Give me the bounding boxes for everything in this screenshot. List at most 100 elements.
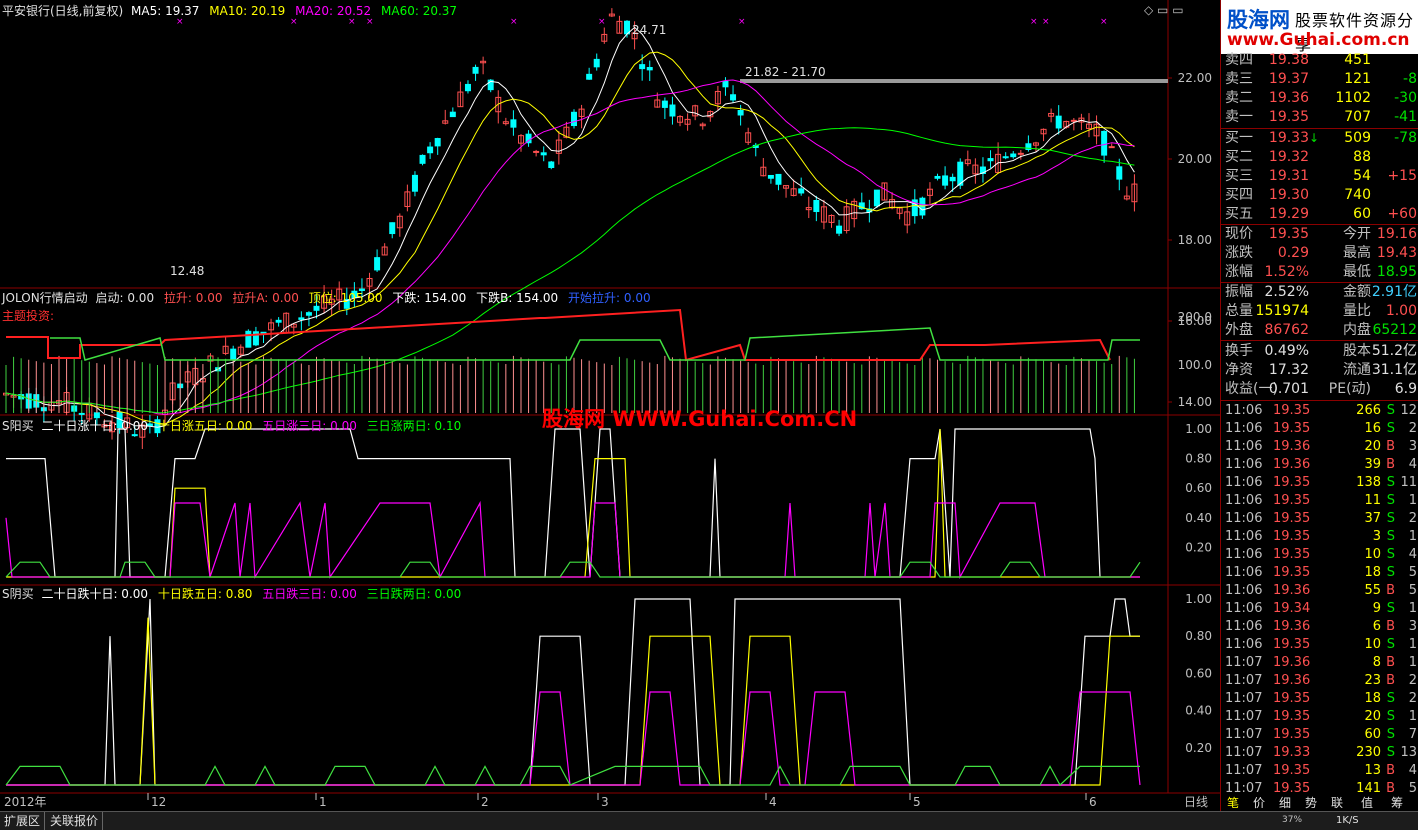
indicator3-field: 五日跌三日: 0.00 [262,587,357,601]
tick-side: S [1386,511,1395,526]
tick-row[interactable]: 11:06 19.35 266 S 12 [1221,402,1418,420]
indicator2-field: 二十日涨十日: 0.00 [41,419,149,433]
quote-label: 量比 [1343,303,1371,319]
tick-row[interactable]: 11:06 19.35 10 S 4 [1221,546,1418,564]
ask-label: 卖二 [1225,90,1253,106]
tick-count: 11 [1400,475,1417,490]
tab-price[interactable]: 价 [1253,794,1265,811]
ma5-label: MA5: 19.37 [131,4,200,18]
tick-time: 11:06 [1225,493,1263,508]
tick-row[interactable]: 11:06 19.35 3 S 1 [1221,528,1418,546]
chart-area[interactable]: 22.00 20.00 18.00 16.00 14.00 24.71 21.82 - 21… [0,0,1220,811]
quote-row: 涨跌 0.29 最高 19.43 [1221,244,1418,263]
tick-volume: 266 [1356,403,1381,418]
bid-price: 19.29 [1268,206,1309,222]
candle-body [836,225,843,234]
tick-price: 19.36 [1273,439,1311,454]
quote-row: 换手 0.49% 股本 51.2亿 [1221,342,1418,361]
bid-row[interactable]: 买五 19.29 60 +60 [1221,205,1418,224]
quote-value: 1.52% [1264,264,1309,280]
tick-row[interactable]: 11:06 19.36 39 B 4 [1221,456,1418,474]
y-tick-label: 0.60 [1185,481,1212,495]
tick-row[interactable]: 11:06 19.36 6 B 3 [1221,618,1418,636]
tick-row[interactable]: 11:07 19.33 230 S 13 [1221,744,1418,762]
tick-price: 19.36 [1273,457,1311,472]
tick-row[interactable]: 11:06 19.35 10 S 1 [1221,636,1418,654]
tick-row[interactable]: 11:06 19.35 37 S 2 [1221,510,1418,528]
tick-price: 19.35 [1273,727,1311,742]
ask-label: 卖四 [1225,52,1253,68]
tick-price: 19.36 [1273,655,1311,670]
ask-row[interactable]: 卖三 19.37 121 -8 [1221,70,1418,89]
candle-body [737,110,744,116]
candle-body [949,176,956,182]
tick-side: S [1386,529,1395,544]
indicator3-field: 二十日跌十日: 0.00 [41,587,149,601]
bid-row[interactable]: 买四 19.30 740 [1221,186,1418,205]
bid-volume: 54 [1353,168,1371,184]
tick-row[interactable]: 11:06 19.36 55 B 5 [1221,582,1418,600]
tick-row[interactable]: 11:06 19.35 16 S 2 [1221,420,1418,438]
tab-related-quotes[interactable]: 关联报价 [46,812,104,830]
bid-change: -78 [1394,130,1417,146]
ask-row[interactable]: 卖一 19.35 707 -41 [1221,108,1418,127]
tab-value[interactable]: 值 [1361,794,1373,811]
tick-row[interactable]: 11:07 19.35 18 S 2 [1221,690,1418,708]
tab-trades[interactable]: 笔 [1227,794,1239,811]
tab-linked[interactable]: 联 [1331,794,1343,811]
ask-row[interactable]: 卖四 19.38 451 [1221,51,1418,70]
tick-price: 19.35 [1273,493,1311,508]
tick-row[interactable]: 11:07 19.35 20 S 1 [1221,708,1418,726]
indicator3-name: S阴买 [2,587,34,601]
quote-label: 金额 [1343,284,1371,300]
bid-row[interactable]: 买一 19.33 ↓ 509 -78 [1221,129,1418,148]
tick-count: 4 [1408,547,1417,562]
tab-trend[interactable]: 势 [1305,794,1317,811]
candle-body [419,154,426,164]
range-price-label: 21.82 - 21.70 [745,65,826,79]
tick-row[interactable]: 11:06 19.35 138 S 11 [1221,474,1418,492]
watermark: 股海网 WWW.Guhai.Com.CN [542,407,858,431]
tick-side: S [1386,475,1395,490]
tick-row[interactable]: 11:07 19.35 141 B 5 [1221,780,1418,798]
ask-change: -41 [1394,109,1417,125]
series-3d-down-2d-line [5,765,1140,786]
quote-value: 0.49% [1264,343,1309,359]
ask-label: 卖一 [1225,109,1253,125]
y-tick-label: 100.0 [1178,358,1212,372]
bid-row[interactable]: 买三 19.31 54 +15 [1221,167,1418,186]
quote-label: 内盘 [1343,322,1371,338]
tick-row[interactable]: 11:07 19.36 8 B 1 [1221,654,1418,672]
ask-volume: 1102 [1335,90,1371,106]
tick-count: 12 [1400,403,1417,418]
tick-count: 2 [1408,511,1417,526]
tick-volume: 20 [1364,709,1381,724]
divider [1221,340,1418,341]
tick-row[interactable]: 11:06 19.36 20 B 3 [1221,438,1418,456]
bid-price: 19.30 [1268,187,1309,203]
tick-row[interactable]: 11:07 19.36 23 B 2 [1221,672,1418,690]
quote-value: 0.29 [1277,245,1309,261]
tick-volume: 18 [1364,565,1381,580]
ask-volume: 707 [1344,109,1371,125]
tab-extension-area[interactable]: 扩展区 [0,812,46,830]
high-price-label: 24.71 [632,23,666,37]
tick-row[interactable]: 11:07 19.35 13 B 4 [1221,762,1418,780]
bid-change: +60 [1387,206,1417,222]
tab-detail[interactable]: 细 [1279,794,1291,811]
candle-body [730,94,737,101]
tick-row[interactable]: 11:07 19.35 60 S 7 [1221,726,1418,744]
tick-volume: 23 [1364,673,1381,688]
tick-row[interactable]: 11:06 19.35 18 S 5 [1221,564,1418,582]
bottom-bar: 扩展区 关联报价 37% 1K/S [0,811,1418,830]
candle-body [464,83,471,92]
quote-label: 振幅 [1225,284,1253,300]
tick-row[interactable]: 11:06 19.35 11 S 1 [1221,492,1418,510]
bid-label: 买四 [1225,187,1253,203]
tab-chips[interactable]: 筹 [1391,794,1403,811]
bid-row[interactable]: 买二 19.32 88 [1221,148,1418,167]
ask-price: 19.36 [1268,90,1309,106]
tick-side: B [1386,763,1395,778]
tick-row[interactable]: 11:06 19.34 9 S 1 [1221,600,1418,618]
ask-row[interactable]: 卖二 19.36 1102 -30 [1221,89,1418,108]
